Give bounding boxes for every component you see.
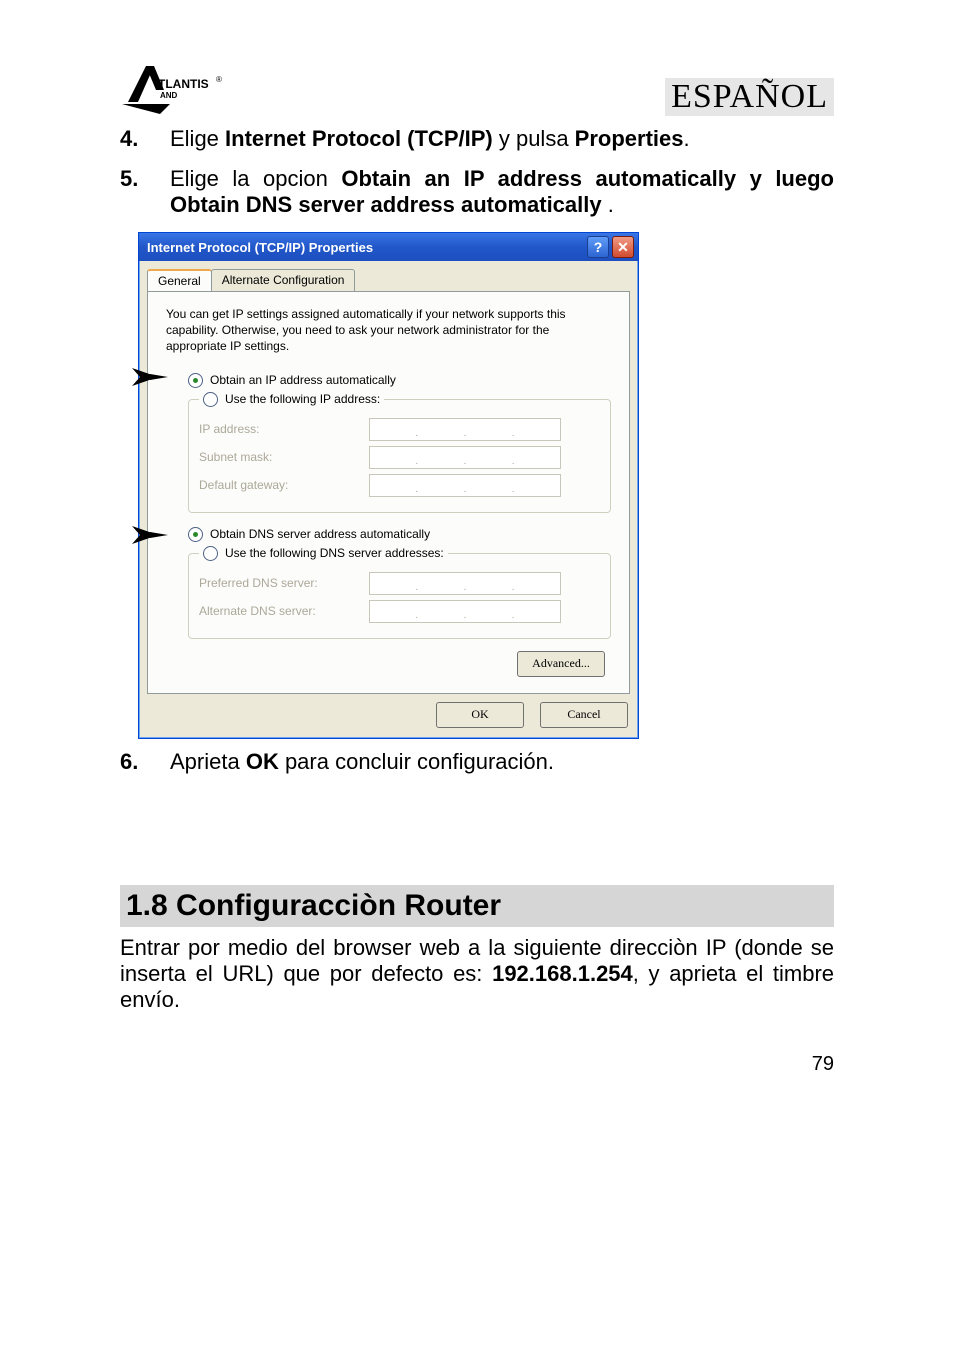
step-text: Aprieta OK para concluir configuración. (170, 749, 834, 775)
radio-icon (188, 373, 203, 388)
tab-alternate-configuration[interactable]: Alternate Configuration (211, 269, 356, 291)
preferred-dns-label: Preferred DNS server: (199, 576, 369, 590)
t: . (608, 192, 614, 217)
use-dns-group: Use the following DNS server addresses: … (188, 546, 611, 639)
step-text: Elige la opcion Obtain an IP address aut… (170, 166, 834, 218)
radio-obtain-ip[interactable]: Obtain an IP address automatically (188, 373, 611, 388)
t: y pulsa (493, 126, 575, 151)
advanced-button[interactable]: Advanced... (517, 651, 605, 677)
page-number: 79 (120, 1053, 834, 1076)
ok-button[interactable]: OK (436, 702, 524, 728)
dialog-title: Internet Protocol (TCP/IP) Properties (147, 240, 584, 255)
tab-general[interactable]: General (147, 269, 212, 291)
titlebar[interactable]: Internet Protocol (TCP/IP) Properties ? … (139, 233, 638, 261)
svg-text:AND: AND (160, 91, 178, 100)
close-icon[interactable]: ✕ (612, 236, 634, 258)
help-icon[interactable]: ? (587, 236, 609, 258)
step-number: 5. (120, 166, 170, 218)
default-gateway-input[interactable]: ... (369, 474, 561, 497)
section-body: Entrar por medio del browser web a la si… (120, 935, 834, 1013)
t: para concluir configuración. (279, 749, 554, 774)
ip-address-label: IP address: (199, 422, 369, 436)
t: 192.168.1.254 (492, 961, 633, 986)
section-heading: 1.8 Configuracciòn Router (120, 885, 834, 927)
t: . (684, 126, 690, 151)
pointer-arrow-icon (132, 526, 168, 544)
radio-icon (203, 392, 218, 407)
dialog-description: You can get IP settings assigned automat… (166, 306, 611, 355)
radio-use-ip[interactable]: Use the following IP address: (203, 392, 380, 407)
language-label: ESPAÑOL (665, 78, 834, 116)
svg-text:®: ® (216, 75, 222, 84)
alternate-dns-input[interactable]: ... (369, 600, 561, 623)
radio-label: Obtain DNS server address automatically (210, 527, 430, 541)
ip-address-input[interactable]: ... (369, 418, 561, 441)
radio-label: Obtain an IP address automatically (210, 373, 396, 387)
radio-icon (203, 546, 218, 561)
t: Elige (170, 126, 225, 151)
step-number: 4. (120, 126, 170, 152)
t: Internet Protocol (TCP/IP) (225, 126, 493, 151)
properties-dialog: Internet Protocol (TCP/IP) Properties ? … (138, 232, 639, 739)
preferred-dns-input[interactable]: ... (369, 572, 561, 595)
use-ip-group: Use the following IP address: IP address… (188, 392, 611, 513)
radio-label: Use the following DNS server addresses: (225, 546, 444, 560)
subnet-mask-label: Subnet mask: (199, 450, 369, 464)
t: Properties (575, 126, 684, 151)
svg-text:TLANTIS: TLANTIS (158, 77, 209, 91)
brand-logo: TLANTIS ® AND (120, 60, 240, 116)
default-gateway-label: Default gateway: (199, 478, 369, 492)
subnet-mask-input[interactable]: ... (369, 446, 561, 469)
step-text: Elige Internet Protocol (TCP/IP) y pulsa… (170, 126, 834, 152)
pointer-arrow-icon (132, 368, 168, 386)
t: Elige la opcion (170, 166, 341, 191)
radio-icon (188, 527, 203, 542)
step-number: 6. (120, 749, 170, 775)
radio-obtain-dns[interactable]: Obtain DNS server address automatically (188, 527, 611, 542)
t: Aprieta (170, 749, 246, 774)
cancel-button[interactable]: Cancel (540, 702, 628, 728)
alternate-dns-label: Alternate DNS server: (199, 604, 369, 618)
radio-use-dns[interactable]: Use the following DNS server addresses: (203, 546, 444, 561)
radio-label: Use the following IP address: (225, 392, 380, 406)
t: OK (246, 749, 279, 774)
